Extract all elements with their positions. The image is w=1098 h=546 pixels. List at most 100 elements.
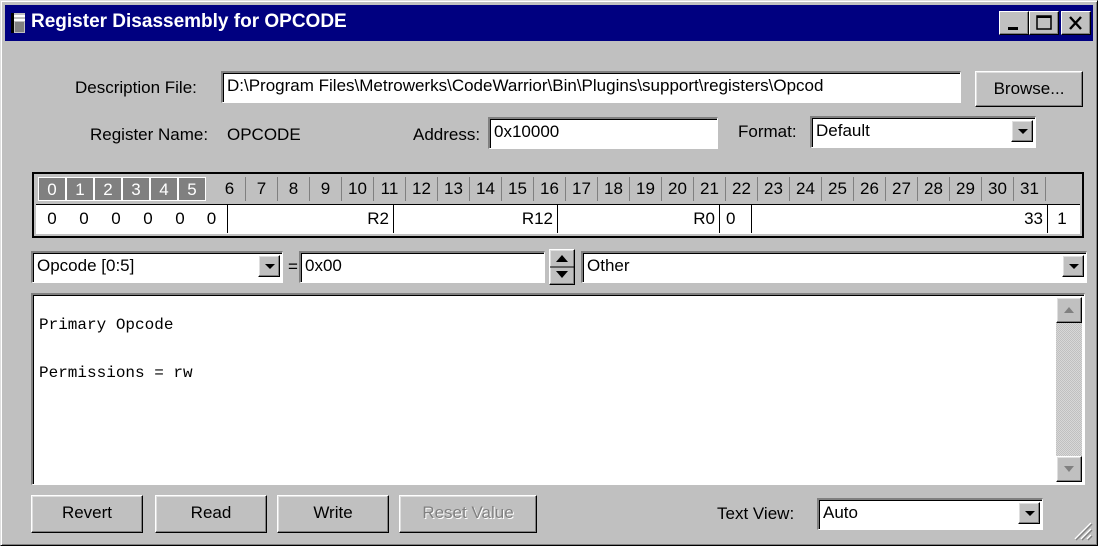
scroll-up-icon <box>1064 307 1074 313</box>
dropdown-arrow-icon <box>1018 129 1028 134</box>
bit-number-14[interactable]: 14 <box>470 177 502 201</box>
bit-number-31[interactable]: 31 <box>1014 177 1046 201</box>
bit-number-24[interactable]: 24 <box>790 177 822 201</box>
minimize-icon <box>1008 27 1018 30</box>
bit-number-0[interactable]: 0 <box>38 177 66 201</box>
field-value-input[interactable]: 0x00 <box>299 251 545 283</box>
title-bar[interactable]: Register Disassembly for OPCODE <box>5 5 1093 41</box>
read-button-label: Read <box>190 503 232 522</box>
interpretation-value: Other <box>587 256 630 275</box>
bit-number-16[interactable]: 16 <box>534 177 566 201</box>
bit-number-6[interactable]: 6 <box>214 177 246 201</box>
bit-number-12[interactable]: 12 <box>406 177 438 201</box>
bit-number-17[interactable]: 17 <box>566 177 598 201</box>
bit-number-1[interactable]: 1 <box>66 177 94 201</box>
bit-field-value[interactable]: 0 <box>68 205 100 233</box>
bit-number-26[interactable]: 26 <box>854 177 886 201</box>
bit-field-value[interactable]: 0 <box>164 205 196 233</box>
write-button-label: Write <box>313 503 353 522</box>
browse-button[interactable]: Browse... <box>975 71 1083 107</box>
bit-number-10[interactable]: 10 <box>342 177 374 201</box>
format-dropdown-button[interactable] <box>1011 120 1033 142</box>
bit-field-value[interactable]: 0 <box>196 205 228 233</box>
bit-number-28[interactable]: 28 <box>918 177 950 201</box>
bit-number-23[interactable]: 23 <box>758 177 790 201</box>
bit-number-21[interactable]: 21 <box>694 177 726 201</box>
bit-number-15[interactable]: 15 <box>502 177 534 201</box>
dropdown-arrow-icon <box>1069 264 1079 269</box>
bit-field-value[interactable]: R12 <box>394 205 558 233</box>
text-line: Permissions = rw <box>39 364 193 382</box>
read-button[interactable]: Read <box>155 495 267 533</box>
bit-number-30[interactable]: 30 <box>982 177 1014 201</box>
bit-field-value[interactable]: R0 <box>558 205 720 233</box>
field-dropdown-button[interactable] <box>258 255 280 277</box>
bit-number-7[interactable]: 7 <box>246 177 278 201</box>
text-view-area[interactable]: Primary Opcode Permissions = rw <box>31 293 1085 485</box>
address-field[interactable]: 0x10000 <box>488 117 718 149</box>
dropdown-arrow-icon <box>1025 511 1035 516</box>
bit-number-11[interactable]: 11 <box>374 177 406 201</box>
field-select-value: Opcode [0:5] <box>37 256 135 275</box>
app-icon <box>11 13 25 33</box>
scroll-up-button[interactable] <box>1056 297 1082 323</box>
format-label: Format: <box>738 122 797 141</box>
bit-field-value[interactable]: 0 <box>36 205 68 233</box>
bit-field-value[interactable]: 1 <box>1048 205 1076 233</box>
equals-sign: = <box>288 257 298 276</box>
bit-field-value[interactable]: 33 <box>752 205 1048 233</box>
scroll-down-icon <box>1064 466 1074 472</box>
description-file-field[interactable]: D:\Program Files\Metrowerks\CodeWarrior\… <box>221 71 961 103</box>
register-name-value: OPCODE <box>227 125 301 144</box>
write-button[interactable]: Write <box>277 495 389 533</box>
bit-number-8[interactable]: 8 <box>278 177 310 201</box>
description-file-value: D:\Program Files\Metrowerks\CodeWarrior\… <box>227 76 824 95</box>
bit-number-2[interactable]: 2 <box>94 177 122 201</box>
bit-field-value[interactable]: 0 <box>100 205 132 233</box>
bit-number-19[interactable]: 19 <box>630 177 662 201</box>
scroll-down-button[interactable] <box>1056 456 1082 482</box>
maximize-icon <box>1036 15 1052 30</box>
field-select[interactable]: Opcode [0:5] <box>31 251 283 283</box>
spin-arrows-icon <box>550 255 574 278</box>
interpretation-dropdown-button[interactable] <box>1062 255 1084 277</box>
format-value: Default <box>816 121 870 140</box>
bit-number-4[interactable]: 4 <box>150 177 178 201</box>
bit-field-value[interactable]: 0 <box>132 205 164 233</box>
bit-number-18[interactable]: 18 <box>598 177 630 201</box>
browse-button-label: Browse... <box>993 79 1065 98</box>
description-file-label: Description File: <box>75 78 197 97</box>
text-line <box>39 337 193 361</box>
bit-field-value[interactable]: R2 <box>228 205 394 233</box>
text-view-dropdown-button[interactable] <box>1018 502 1040 524</box>
address-label: Address: <box>413 125 481 144</box>
interpretation-select[interactable]: Other <box>581 251 1087 283</box>
value-spinner[interactable] <box>549 249 575 285</box>
bit-number-27[interactable]: 27 <box>886 177 918 201</box>
bit-number-5[interactable]: 5 <box>178 177 206 201</box>
vertical-scrollbar[interactable] <box>1056 297 1082 482</box>
bit-field-value[interactable]: 0 <box>720 205 752 233</box>
size-grip-icon[interactable] <box>1069 517 1093 541</box>
register-name-label: Register Name: <box>90 125 209 144</box>
revert-button-label: Revert <box>61 503 113 522</box>
dropdown-arrow-icon <box>265 264 275 269</box>
bit-number-22[interactable]: 22 <box>726 177 758 201</box>
bit-number-25[interactable]: 25 <box>822 177 854 201</box>
bit-grid: 0 1 2 3 4 5 6 7 8 9 10 11 12 13 14 15 16 17 18 19 20 21 22 23 24… <box>32 172 1084 238</box>
close-icon <box>1069 16 1082 30</box>
format-select[interactable]: Default <box>810 116 1036 148</box>
bit-number-3[interactable]: 3 <box>122 177 150 201</box>
bit-number-9[interactable]: 9 <box>310 177 342 201</box>
bit-number-20[interactable]: 20 <box>662 177 694 201</box>
text-line: Primary Opcode <box>39 316 174 334</box>
reset-value-button[interactable]: Reset Value <box>399 495 537 533</box>
bit-number-13[interactable]: 13 <box>438 177 470 201</box>
bit-number-29[interactable]: 29 <box>950 177 982 201</box>
close-button[interactable] <box>1061 11 1091 35</box>
minimize-button[interactable] <box>999 11 1029 35</box>
text-view-value: Auto <box>823 503 858 522</box>
maximize-button[interactable] <box>1029 11 1059 35</box>
text-view-select[interactable]: Auto <box>817 498 1043 530</box>
revert-button[interactable]: Revert <box>31 495 143 533</box>
